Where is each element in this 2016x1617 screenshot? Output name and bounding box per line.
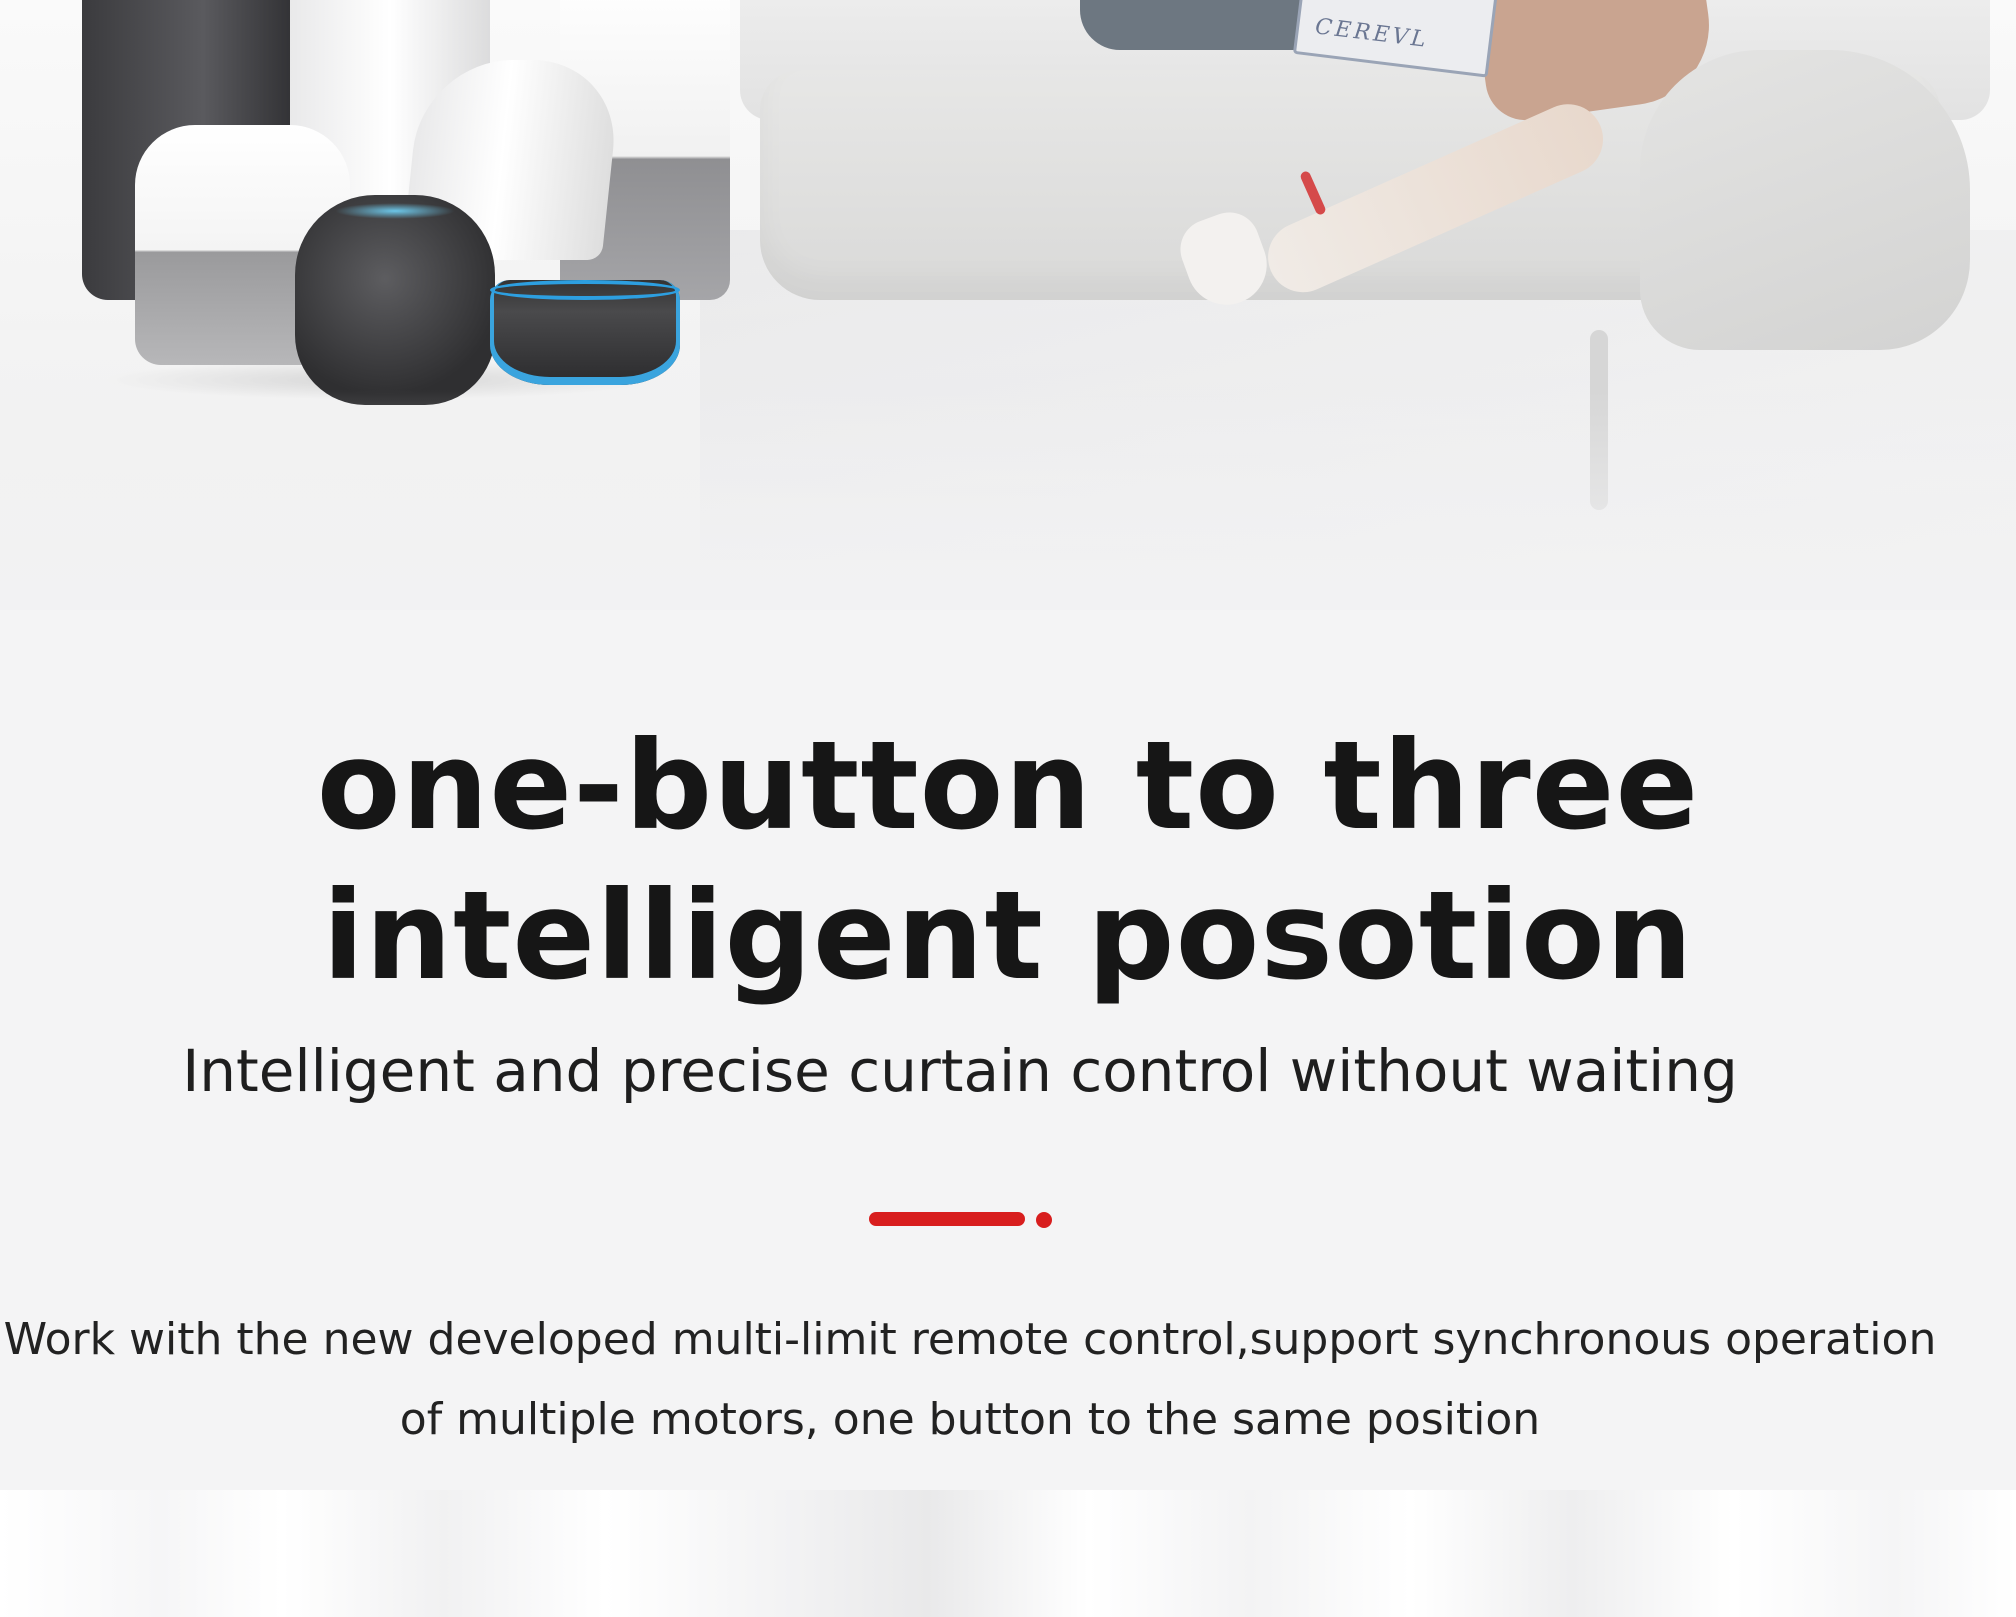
- hero-image: CEREVL: [0, 0, 2016, 610]
- next-section-preview: [0, 1490, 2016, 1617]
- feature-description: Work with the new developed multi-limit …: [0, 1300, 1940, 1460]
- accent-divider-dot: [1036, 1212, 1052, 1228]
- speaker-blue-ring: [490, 280, 680, 300]
- speaker-light-ring: [335, 203, 455, 219]
- book-cover-text: CEREVL: [1313, 14, 1431, 54]
- accent-divider-bar: [869, 1212, 1025, 1226]
- round-dark-speaker: [295, 195, 495, 405]
- description-line-2: of multiple motors, one button to the sa…: [399, 1394, 1541, 1445]
- sofa-armrest: [1640, 50, 1970, 350]
- headline-line-1: one-button to three: [316, 715, 1700, 857]
- hero-fade: [0, 390, 2016, 610]
- headline-line-2: intelligent posotion: [322, 865, 1694, 1007]
- subtitle: Intelligent and precise curtain control …: [182, 1037, 1738, 1105]
- puck-speaker: [490, 280, 680, 385]
- feature-section: one-button to three intelligent posotion…: [0, 610, 2016, 1490]
- description-line-1: Work with the new developed multi-limit …: [3, 1314, 1937, 1365]
